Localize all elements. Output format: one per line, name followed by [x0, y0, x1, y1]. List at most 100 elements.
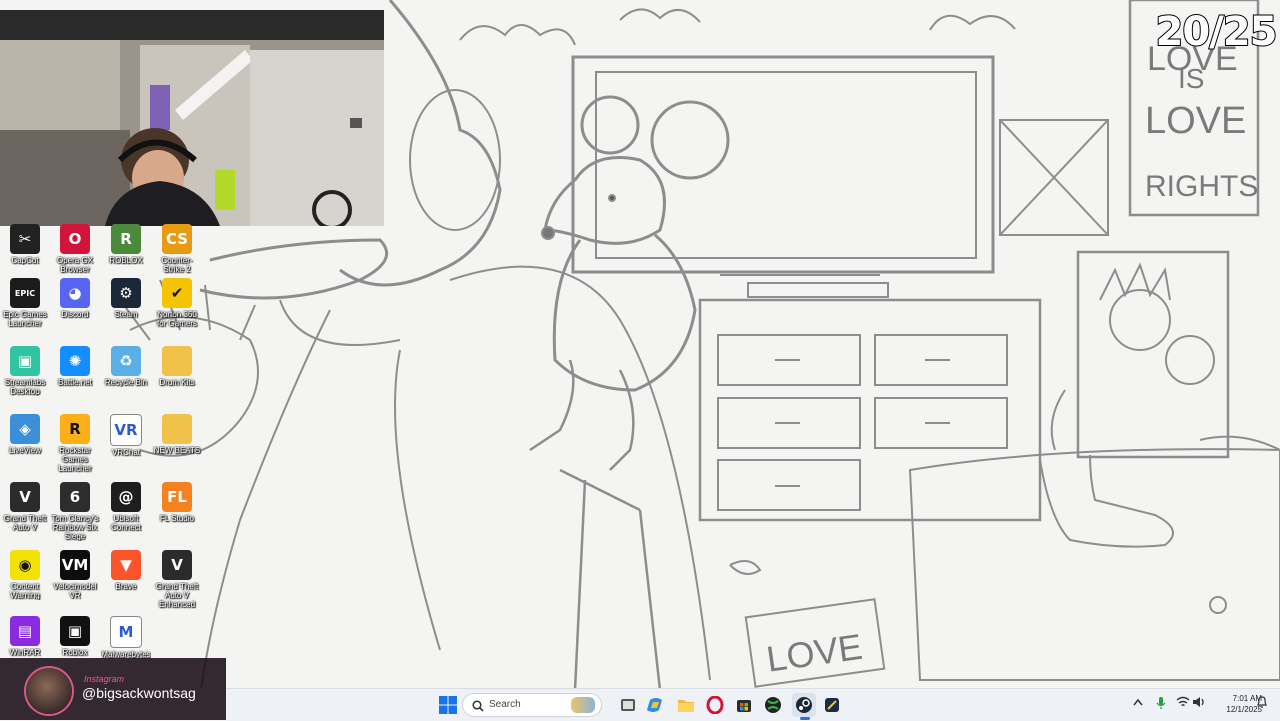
webcam-feed [0, 10, 384, 226]
recycle-bin-icon: ♻ [111, 346, 141, 376]
desktop-icon-norton[interactable]: ✔ Norton 360 for Gamers [152, 276, 202, 342]
search-icon [472, 700, 484, 712]
gta-v-icon: V [10, 482, 40, 512]
ubisoft-icon: @ [111, 482, 141, 512]
volume-tray[interactable] [1192, 696, 1206, 711]
progress-counter: 20/25 [1155, 8, 1279, 56]
desktop-icon-label: Streamlabs Desktop [4, 378, 46, 396]
capcut-icon: ✂ [10, 224, 40, 254]
velocimodel-icon: VM [60, 550, 90, 580]
search-highlight-icon [571, 697, 595, 713]
desktop-icon-label: Content Warning [10, 582, 40, 600]
taskbar-search[interactable]: Search [462, 693, 602, 717]
steam-icon [796, 697, 812, 713]
desktop-icon-steam[interactable]: ⚙ Steam [101, 276, 151, 342]
task-view-button[interactable] [616, 693, 640, 717]
streamlabs-icon: ▣ [10, 346, 40, 376]
steam-button[interactable] [792, 693, 816, 717]
poster-text-love: LOVE [1145, 100, 1246, 142]
desktop-icon-battlenet[interactable]: ✺ Battle.net [50, 344, 100, 410]
desktop-icon-epic-games[interactable]: EPIC Epic Games Launcher [0, 276, 50, 342]
microphone-icon [1156, 697, 1166, 709]
poster-text-is: IS [1178, 63, 1204, 94]
discord-icon: ◕ [60, 278, 90, 308]
desktop-icon-label: Velocimodel VR [53, 582, 97, 600]
folder-icon [678, 700, 694, 712]
instagram-handle: @bigsackwontsag [82, 685, 196, 701]
content-warning-icon: ◉ [10, 550, 40, 580]
snipping-tool-button[interactable] [820, 693, 844, 717]
start-button[interactable] [436, 693, 460, 717]
chevron-up-icon [1133, 698, 1143, 706]
xbox-icon [765, 697, 781, 713]
copilot-icon [647, 698, 662, 712]
desktop-icon-label: Rockstar Games Launcher [58, 446, 92, 473]
desktop-icon-label: Epic Games Launcher [3, 310, 47, 328]
file-explorer-button[interactable] [674, 693, 698, 717]
desktop-icon-folder[interactable]: NEW BEATS [152, 412, 202, 478]
desktop-icon-liveview[interactable]: ◈ LiveView [0, 412, 50, 478]
opera-gx-button[interactable] [703, 693, 727, 717]
desktop-icon-recycle-bin[interactable]: ♻ Recycle Bin [101, 344, 151, 410]
brave-icon: ▼ [111, 550, 141, 580]
clock-time: 7:01 AM [1232, 694, 1262, 703]
desktop-icon-label: Opera GX Browser [56, 256, 93, 274]
taskbar-clock[interactable]: 7:01 AM 12/1/2025 [1208, 693, 1262, 715]
opera-gx-icon: O [60, 224, 90, 254]
network-tray[interactable] [1176, 696, 1190, 711]
desktop-icon-vrchat[interactable]: VR VRChat [101, 412, 151, 478]
avatar [26, 668, 72, 714]
roblox-icon: R [111, 224, 141, 254]
folder-icon [162, 414, 192, 444]
instagram-overlay: Instagram @bigsackwontsag [0, 658, 226, 720]
desktop-icon-rainbow-six[interactable]: 6 Tom Clancy's Rainbow Six Siege [50, 480, 100, 546]
desktop-icon-label: Tom Clancy's Rainbow Six Siege [51, 514, 99, 541]
battlenet-icon: ✺ [60, 346, 90, 376]
desktop-icon-label: Grand Theft Auto V Enhanced [155, 582, 199, 609]
microphone-tray[interactable] [1156, 696, 1166, 713]
copilot-button[interactable] [644, 693, 668, 717]
desktop-icon-ubisoft[interactable]: @ Ubisoft Connect [101, 480, 151, 546]
desktop-icon-gta-v[interactable]: V Grand Theft Auto V Enhanced [152, 548, 202, 614]
counter-strike-icon: CS [162, 224, 192, 254]
desktop-icon-rockstar[interactable]: R Rockstar Games Launcher [50, 412, 100, 478]
desktop-icon-gta-v[interactable]: V Grand Theft Auto V [0, 480, 50, 546]
desktop-icon-label: Brave [115, 582, 137, 591]
desktop-icon-label: ROBLOX [109, 256, 143, 265]
desktop-icon-label: Battle.net [58, 378, 92, 387]
desktop-icon-label: Roblox [62, 648, 88, 657]
notifications-button[interactable] [1256, 695, 1268, 712]
xbox-button[interactable] [761, 693, 785, 717]
desktop-icon-brave[interactable]: ▼ Brave [101, 548, 151, 614]
desktop-icon-folder[interactable]: Drum Kits [152, 344, 202, 410]
desktop-icon-label: NEW BEATS [153, 446, 201, 455]
wifi-icon [1176, 696, 1190, 707]
task-view-icon [621, 699, 635, 711]
webcam-overlay [0, 10, 384, 226]
rainbow-six-icon: 6 [60, 482, 90, 512]
desktop-icon-label: Norton 360 for Gamers [156, 310, 197, 328]
desktop-icon-label: Recycle Bin [104, 378, 148, 387]
desktop-icon-velocimodel[interactable]: VM Velocimodel VR [50, 548, 100, 614]
microsoft-store-button[interactable] [732, 693, 756, 717]
roblox-icon: ▣ [60, 616, 90, 646]
desktop-icon-label: WinRAR [9, 648, 41, 657]
desktop-icon-label: Drum Kits [159, 378, 195, 387]
liveview-icon: ◈ [10, 414, 40, 444]
desktop-icon-streamlabs[interactable]: ▣ Streamlabs Desktop [0, 344, 50, 410]
rockstar-icon: R [60, 414, 90, 444]
bell-icon [1257, 696, 1267, 708]
epic-games-icon: EPIC [10, 278, 40, 308]
desktop-icon-label: Counter-Strike 2 [161, 256, 193, 274]
malwarebytes-icon: M [110, 616, 142, 648]
desktop-icon-label: FL Studio [160, 514, 194, 523]
desktop-icon-label: CapCut [11, 256, 39, 265]
poster-text-rights: RIGHTS [1145, 170, 1258, 203]
desktop-icon-fl-studio[interactable]: FL FL Studio [152, 480, 202, 546]
instagram-label: Instagram [84, 674, 125, 684]
folder-icon [162, 346, 192, 376]
desktop-icon-content-warning[interactable]: ◉ Content Warning [0, 548, 50, 614]
snip-icon [825, 698, 839, 712]
desktop-icon-discord[interactable]: ◕ Discord [50, 276, 100, 342]
show-hidden-icons-button[interactable] [1133, 697, 1143, 709]
